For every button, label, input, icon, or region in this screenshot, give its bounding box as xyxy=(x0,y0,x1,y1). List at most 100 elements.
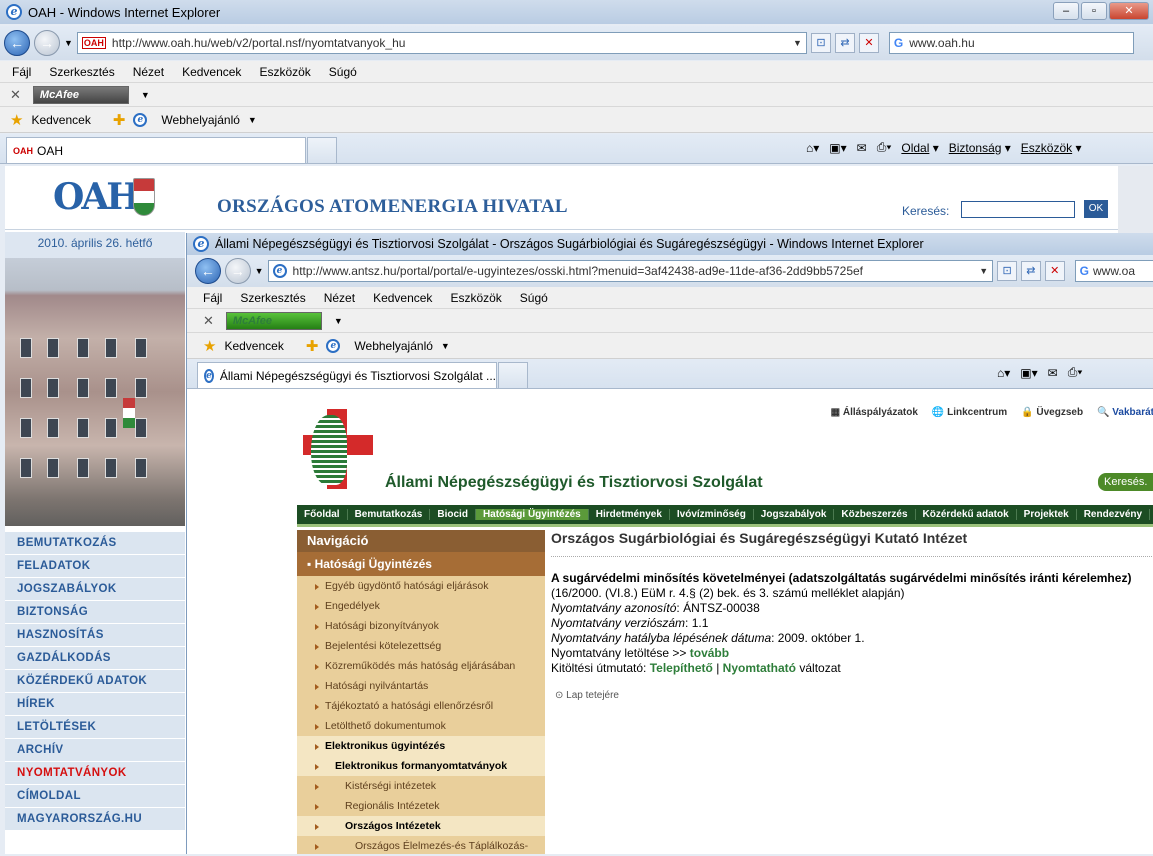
menu-help[interactable]: Súgó xyxy=(520,291,548,305)
leftnav-item[interactable]: Tájékoztató a hatósági ellenőrzésről xyxy=(297,696,545,716)
tab-antsz[interactable]: e Állami Népegészségügyi és Tisztiorvosi… xyxy=(197,362,497,388)
nav-kozerdeku-adatok[interactable]: Közérdekű adatok xyxy=(916,509,1017,520)
history-dropdown-icon[interactable]: ▼ xyxy=(255,266,264,276)
side-item-hasznositas[interactable]: HASZNOSÍTÁS xyxy=(5,624,185,647)
leftnav-item-oeti[interactable]: Országos Élelmezés-és Táplálkozás- xyxy=(297,836,545,856)
suggested-sites-dropdown-icon[interactable]: ▼ xyxy=(248,115,257,125)
nav-hatosagi-ugyintezes[interactable]: Hatósági Ügyintézés xyxy=(475,509,589,520)
menu-help[interactable]: Súgó xyxy=(329,65,357,79)
print-icon[interactable]: ⎙▾ xyxy=(1068,365,1083,380)
leftnav-item[interactable]: Letölthető dokumentumok xyxy=(297,716,545,736)
page-menu[interactable]: Oldal ▾ xyxy=(901,141,938,155)
history-dropdown-icon[interactable]: ▼ xyxy=(64,38,73,48)
home-icon[interactable]: ⌂▾ xyxy=(997,366,1010,380)
blind-friendly-link[interactable]: 🔍 Vakbarát xyxy=(1097,407,1153,418)
menu-file[interactable]: Fájl xyxy=(203,291,222,305)
nav-rendezveny[interactable]: Rendezvény xyxy=(1077,509,1151,520)
favorites-star-icon[interactable]: ★ xyxy=(203,337,216,355)
close-toolbar-icon[interactable]: ✕ xyxy=(203,313,214,329)
side-item-biztonsag[interactable]: BIZTONSÁG xyxy=(5,601,185,624)
mcafee-dropdown-icon[interactable]: ▼ xyxy=(141,90,150,100)
jobs-link[interactable]: ▦ Álláspályázatok xyxy=(831,407,918,418)
search-box-text[interactable]: www.oah.hu xyxy=(909,36,974,50)
nav-bemutatkozas[interactable]: Bemutatkozás xyxy=(348,509,431,520)
antsz-search-button[interactable]: Keresés. xyxy=(1098,473,1153,491)
side-item-hirek[interactable]: HÍREK xyxy=(5,693,185,716)
window2-address-bar[interactable]: e http://www.antsz.hu/portal/portal/e-ug… xyxy=(267,260,994,282)
menu-file[interactable]: Fájl xyxy=(12,65,31,79)
safety-menu[interactable]: Biztonság ▾ xyxy=(949,141,1011,155)
new-tab-button[interactable] xyxy=(307,137,337,163)
minimize-button[interactable]: – xyxy=(1053,2,1079,20)
guide-printable-link[interactable]: Nyomtatható xyxy=(723,661,796,675)
window2-search-text[interactable]: www.oa xyxy=(1093,264,1135,278)
linkcenter-link[interactable]: 🌐 Linkcentrum xyxy=(932,407,1007,418)
tools-menu[interactable]: Eszközök ▾ xyxy=(1021,141,1082,155)
guide-installable-link[interactable]: Telepíthető xyxy=(650,661,713,675)
address-dropdown-icon[interactable]: ▼ xyxy=(979,266,988,276)
home-icon[interactable]: ⌂▾ xyxy=(806,141,819,155)
side-item-jogszabalyok[interactable]: JOGSZABÁLYOK xyxy=(5,578,185,601)
leftnav-item-formanyomtatvanyok[interactable]: Elektronikus formanyomtatványok xyxy=(297,756,545,776)
back-button[interactable]: ← xyxy=(4,30,30,56)
side-item-letoltesek[interactable]: LETÖLTÉSEK xyxy=(5,716,185,739)
tab-oah[interactable]: OAH OAH xyxy=(6,137,306,163)
search-box[interactable]: G www.oah.hu xyxy=(888,32,1134,54)
back-to-top-link[interactable]: ⊙ Lap tetejére xyxy=(551,688,1153,703)
side-item-kozerdeku[interactable]: KÖZÉRDEKŰ ADATOK xyxy=(5,670,185,693)
window2-address-text[interactable]: http://www.antsz.hu/portal/portal/e-ugyi… xyxy=(293,264,863,278)
menu-view[interactable]: Nézet xyxy=(324,291,355,305)
oah-ok-button[interactable]: OK xyxy=(1084,200,1108,218)
leftnav-item[interactable]: Hatósági bizonyítványok xyxy=(297,616,545,636)
leftnav-item-elektronikus[interactable]: Elektronikus ügyintézés xyxy=(297,736,545,756)
menu-tools[interactable]: Eszközök xyxy=(259,65,310,79)
side-item-feladatok[interactable]: FELADATOK xyxy=(5,555,185,578)
leftnav-item[interactable]: Hatósági nyilvántartás xyxy=(297,676,545,696)
nav-biocid[interactable]: Biocid xyxy=(430,509,476,520)
refresh-icon[interactable]: ⇄ xyxy=(834,33,855,53)
favorites-button[interactable]: Kedvencek xyxy=(31,113,90,127)
menu-edit[interactable]: Szerkesztés xyxy=(49,65,114,79)
leftnav-section[interactable]: ▪ Hatósági Ügyintézés xyxy=(297,552,545,576)
suggested-sites-button[interactable]: Webhelyajánló xyxy=(161,113,240,127)
menu-favorites[interactable]: Kedvencek xyxy=(373,291,432,305)
forward-button[interactable]: → xyxy=(224,258,251,284)
refresh-icon[interactable]: ⇄ xyxy=(1020,261,1041,281)
address-dropdown-icon[interactable]: ▼ xyxy=(793,38,802,48)
mail-icon[interactable]: ✉ xyxy=(1048,366,1058,380)
mcafee-dropdown-icon[interactable]: ▼ xyxy=(334,316,343,326)
mail-icon[interactable]: ✉ xyxy=(857,141,867,155)
glass-pocket-link[interactable]: 🔒 Üvegzseb xyxy=(1021,407,1083,418)
side-item-bemutatkozas[interactable]: BEMUTATKOZÁS xyxy=(5,532,185,555)
leftnav-item-regionalis[interactable]: Regionális Intézetek xyxy=(297,796,545,816)
new-tab-button[interactable] xyxy=(498,362,528,388)
side-item-nyomtatvanyok[interactable]: NYOMTATVÁNYOK xyxy=(5,762,185,785)
side-item-gazdalkodas[interactable]: GAZDÁLKODÁS xyxy=(5,647,185,670)
back-button[interactable]: ← xyxy=(195,258,221,284)
nav-fooldal[interactable]: Főoldal xyxy=(297,509,348,520)
side-item-cimoldal[interactable]: CÍMOLDAL xyxy=(5,785,185,808)
menu-favorites[interactable]: Kedvencek xyxy=(182,65,241,79)
leftnav-item[interactable]: Bejelentési kötelezettség xyxy=(297,636,545,656)
side-item-archiv[interactable]: ARCHÍV xyxy=(5,739,185,762)
close-button[interactable]: ✕ xyxy=(1109,2,1149,20)
leftnav-item[interactable]: Közreműködés más hatóság eljárásában xyxy=(297,656,545,676)
favorites-star-icon[interactable]: ★ xyxy=(10,111,23,129)
leftnav-item-kistersegi[interactable]: Kistérségi intézetek xyxy=(297,776,545,796)
menu-edit[interactable]: Szerkesztés xyxy=(240,291,305,305)
leftnav-item-orszagos[interactable]: Országos Intézetek xyxy=(297,816,545,836)
compat-view-icon[interactable]: ⊡ xyxy=(810,33,831,53)
window2-search-box[interactable]: G www.oa xyxy=(1074,260,1153,282)
oah-search-input[interactable] xyxy=(961,201,1075,218)
compat-view-icon[interactable]: ⊡ xyxy=(997,261,1017,281)
suggested-sites-button[interactable]: Webhelyajánló xyxy=(354,339,433,353)
suggested-sites-dropdown-icon[interactable]: ▼ xyxy=(441,341,450,351)
menu-view[interactable]: Nézet xyxy=(133,65,164,79)
add-favorites-icon[interactable]: ✚ xyxy=(306,337,319,355)
menu-tools[interactable]: Eszközök xyxy=(450,291,501,305)
favorites-button[interactable]: Kedvencek xyxy=(224,339,283,353)
nav-hirdetmenyek[interactable]: Hirdetmények xyxy=(589,509,670,520)
download-link[interactable]: tovább xyxy=(690,646,729,660)
mcafee-button[interactable]: McAfee xyxy=(32,85,129,104)
side-item-magyarorszag[interactable]: MAGYARORSZÁG.HU xyxy=(5,808,185,831)
